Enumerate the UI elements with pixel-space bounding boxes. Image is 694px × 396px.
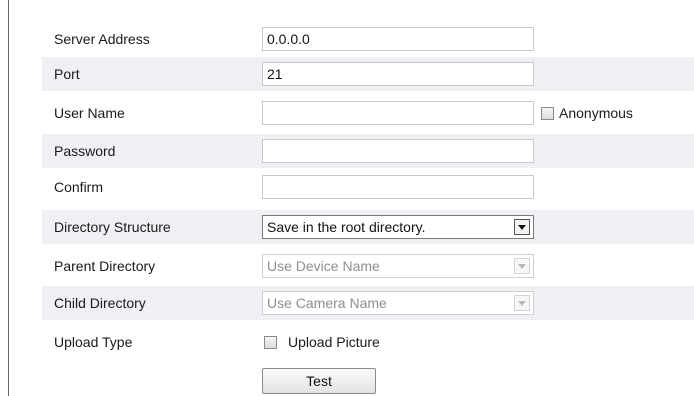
anonymous-checkbox[interactable]: [541, 107, 554, 120]
row-upload-type: Upload Type Upload Picture: [42, 325, 694, 359]
chevron-down-icon: [514, 295, 530, 311]
directory-structure-select[interactable]: Save in the root directory.: [262, 215, 534, 239]
directory-structure-label: Directory Structure: [54, 219, 171, 235]
row-child-directory: Child Directory Use Camera Name: [42, 286, 694, 320]
upload-type-label: Upload Type: [54, 334, 133, 350]
parent-directory-label: Parent Directory: [54, 258, 156, 274]
child-directory-value: Use Camera Name: [267, 295, 387, 311]
user-name-input[interactable]: [262, 101, 534, 125]
confirm-password-input[interactable]: [262, 175, 534, 199]
parent-directory-value: Use Device Name: [267, 258, 380, 274]
confirm-label: Confirm: [54, 179, 104, 195]
row-user-name: User Name Anonymous: [42, 96, 694, 130]
child-directory-select: Use Camera Name: [262, 291, 534, 315]
upload-picture-checkbox[interactable]: [264, 336, 277, 349]
child-directory-label: Child Directory: [54, 295, 146, 311]
user-name-label: User Name: [54, 105, 125, 121]
upload-picture-label: Upload Picture: [288, 334, 380, 350]
password-label: Password: [54, 143, 116, 159]
parent-directory-select: Use Device Name: [262, 254, 534, 278]
row-password: Password: [42, 134, 694, 168]
row-parent-directory: Parent Directory Use Device Name: [42, 249, 694, 283]
directory-structure-value: Save in the root directory.: [267, 219, 426, 235]
server-address-input[interactable]: 0.0.0.0: [262, 27, 534, 51]
password-input[interactable]: [262, 139, 534, 163]
port-label: Port: [54, 66, 80, 82]
ftp-settings-panel: Server Address 0.0.0.0 Port 21 User Name…: [0, 0, 694, 396]
row-directory-structure: Directory Structure Save in the root dir…: [42, 210, 694, 244]
row-port: Port 21: [42, 57, 694, 91]
server-address-label: Server Address: [54, 31, 150, 47]
chevron-down-icon: [514, 258, 530, 274]
row-confirm: Confirm: [42, 170, 694, 204]
row-server-address: Server Address 0.0.0.0: [42, 22, 694, 56]
port-input[interactable]: 21: [262, 62, 534, 86]
anonymous-label: Anonymous: [559, 105, 633, 121]
chevron-down-icon[interactable]: [514, 219, 530, 235]
test-button[interactable]: Test: [262, 368, 376, 394]
panel-left-border: [8, 0, 9, 396]
